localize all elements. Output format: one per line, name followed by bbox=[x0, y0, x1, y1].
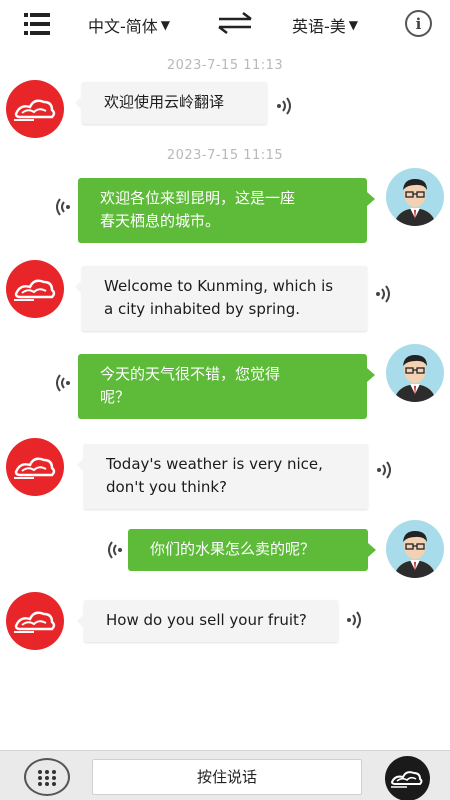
hold-to-talk-button[interactable]: 按住说话 bbox=[92, 759, 362, 795]
cloud-logo-icon bbox=[14, 99, 56, 121]
speaker-icon[interactable] bbox=[52, 373, 72, 393]
cloud-logo-icon bbox=[14, 279, 56, 301]
speaker-icon[interactable] bbox=[375, 460, 395, 480]
cloud-logo-icon bbox=[14, 611, 56, 633]
message-line: How do you sell your fruit? bbox=[106, 611, 307, 629]
translator-avatar bbox=[6, 438, 64, 496]
user-avatar bbox=[386, 520, 444, 578]
user-avatar bbox=[386, 344, 444, 402]
speaker-icon[interactable] bbox=[52, 197, 72, 217]
bottom-bar: 按住说话 bbox=[0, 750, 450, 800]
cloud-logo-icon[interactable] bbox=[385, 756, 430, 800]
message-line: 春天栖息的城市。 bbox=[100, 212, 221, 230]
message-line: don't you think? bbox=[106, 478, 228, 496]
user-avatar bbox=[386, 168, 444, 226]
keypad-icon[interactable] bbox=[24, 758, 70, 796]
chevron-down-icon: ▼ bbox=[160, 18, 171, 32]
message-line: 欢迎各位来到昆明，这是一座 bbox=[100, 189, 296, 207]
source-language-selector[interactable]: 中文-简体 ▼ bbox=[88, 13, 170, 37]
message-line: Today's weather is very nice, bbox=[106, 455, 323, 473]
menu-icon[interactable] bbox=[24, 13, 50, 35]
chat-area[interactable]: 2023-7-15 11:13 欢迎使用云岭翻译 2023-7-15 11:15… bbox=[0, 48, 450, 750]
source-language-label: 中文-简体 bbox=[88, 17, 158, 36]
bot-message-bubble: Welcome to Kunming, which is a city inha… bbox=[75, 266, 367, 331]
bot-message-bubble: How do you sell your fruit? bbox=[77, 600, 338, 642]
person-icon bbox=[394, 531, 436, 578]
cloud-logo-graphic bbox=[390, 771, 423, 788]
top-bar: 中文-简体 ▼ 英语-美 ▼ i bbox=[0, 0, 450, 48]
timestamp: 2023-7-15 11:13 bbox=[166, 58, 284, 73]
message-line: 呢？ bbox=[100, 388, 131, 406]
info-icon[interactable]: i bbox=[405, 10, 432, 37]
speaker-icon[interactable] bbox=[275, 96, 295, 116]
message-line: a city inhabited by spring. bbox=[104, 300, 300, 318]
target-language-label: 英语-美 bbox=[292, 17, 346, 36]
speaker-icon[interactable] bbox=[374, 284, 394, 304]
user-message-bubble: 欢迎各位来到昆明，这是一座 春天栖息的城市。 bbox=[78, 178, 375, 243]
speaker-icon[interactable] bbox=[345, 610, 365, 630]
translator-avatar bbox=[6, 260, 64, 318]
user-message-bubble: 你们的水果怎么卖的呢？ bbox=[128, 529, 376, 571]
message-line: Welcome to Kunming, which is bbox=[104, 277, 334, 295]
chevron-down-icon: ▼ bbox=[348, 18, 359, 32]
timestamp: 2023-7-15 11:15 bbox=[166, 148, 284, 163]
cloud-logo-icon bbox=[14, 457, 56, 479]
info-glyph: i bbox=[415, 14, 422, 33]
translator-avatar bbox=[6, 80, 64, 138]
speaker-icon[interactable] bbox=[104, 540, 124, 560]
message-line: 今天的天气很不错，您觉得 bbox=[100, 365, 281, 383]
user-message-bubble: 今天的天气很不错，您觉得 呢？ bbox=[78, 354, 375, 419]
person-icon bbox=[394, 179, 436, 226]
translator-avatar bbox=[6, 592, 64, 650]
person-icon bbox=[394, 355, 436, 402]
bot-message-bubble: 欢迎使用云岭翻译 bbox=[75, 82, 267, 124]
target-language-selector[interactable]: 英语-美 ▼ bbox=[292, 13, 358, 37]
bot-message-bubble: Today's weather is very nice, don't you … bbox=[77, 444, 368, 509]
swap-arrows-icon[interactable] bbox=[215, 12, 255, 34]
message-line: 欢迎使用云岭翻译 bbox=[104, 93, 225, 111]
message-line: 你们的水果怎么卖的呢？ bbox=[150, 540, 316, 558]
